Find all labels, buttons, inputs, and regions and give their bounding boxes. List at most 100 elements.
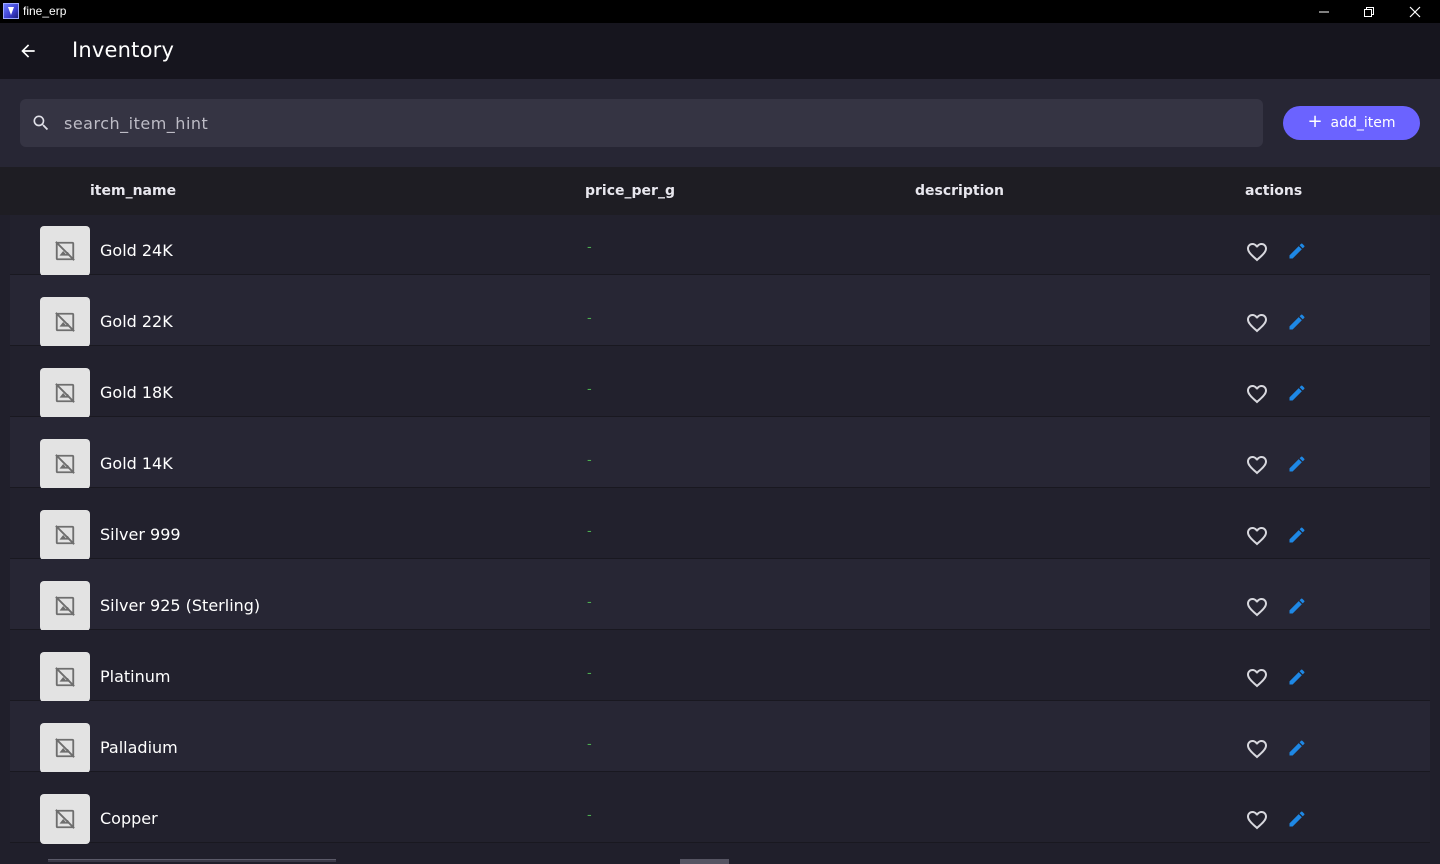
favorite-button[interactable] <box>1245 453 1269 477</box>
table-row[interactable]: Copper - <box>10 772 1430 844</box>
price-per-g: - <box>587 453 592 468</box>
image-not-supported-icon <box>40 226 90 276</box>
add-item-label: add_item <box>1330 115 1396 131</box>
price-per-g: - <box>587 524 592 539</box>
edit-button[interactable] <box>1287 454 1307 474</box>
pencil-icon <box>1289 811 1305 827</box>
minimize-button[interactable] <box>1301 0 1347 23</box>
edit-button[interactable] <box>1287 241 1307 261</box>
edit-button[interactable] <box>1287 809 1307 829</box>
table-header: item_name price_per_g description action… <box>0 167 1440 215</box>
heart-outline-icon <box>1247 243 1267 262</box>
image-placeholder-icon <box>55 596 75 616</box>
page-title: Inventory <box>72 38 175 62</box>
horizontal-scrollbar[interactable] <box>48 859 336 862</box>
restore-button[interactable] <box>1346 0 1392 23</box>
edit-button[interactable] <box>1287 667 1307 687</box>
column-header-actions: actions <box>1245 183 1303 199</box>
item-name: Gold 24K <box>100 241 173 260</box>
image-placeholder-icon <box>55 738 75 758</box>
arrow-back-icon <box>21 44 35 58</box>
search-box[interactable] <box>20 99 1263 147</box>
app-bar: Inventory <box>0 23 1440 79</box>
table-row[interactable]: Platinum - <box>10 630 1430 702</box>
window-title: fine_erp <box>23 4 67 18</box>
add-item-button[interactable]: + add_item <box>1283 106 1420 140</box>
pencil-icon <box>1289 527 1305 543</box>
pencil-icon <box>1289 669 1305 685</box>
table-row[interactable]: Palladium - <box>10 701 1430 773</box>
item-name: Gold 14K <box>100 454 173 473</box>
image-placeholder-icon <box>55 809 75 829</box>
heart-outline-icon <box>1247 598 1267 617</box>
pencil-icon <box>1289 243 1305 259</box>
edit-button[interactable] <box>1287 525 1307 545</box>
price-per-g: - <box>587 311 592 326</box>
price-per-g: - <box>587 737 592 752</box>
plus-icon: + <box>1307 111 1323 132</box>
column-header-item-name: item_name <box>90 183 177 199</box>
favorite-button[interactable] <box>1245 311 1269 335</box>
column-header-price: price_per_g <box>585 183 675 199</box>
table-row[interactable]: Silver 925 (Sterling) - <box>10 559 1430 631</box>
image-not-supported-icon <box>40 297 90 347</box>
search-toolbar: + add_item <box>0 79 1440 167</box>
app-logo-icon <box>3 3 19 19</box>
favorite-button[interactable] <box>1245 595 1269 619</box>
item-name: Gold 18K <box>100 383 173 402</box>
price-per-g: - <box>587 595 592 610</box>
heart-outline-icon <box>1247 314 1267 333</box>
image-placeholder-icon <box>55 454 75 474</box>
favorite-button[interactable] <box>1245 240 1269 264</box>
close-window-button[interactable] <box>1392 0 1438 23</box>
heart-outline-icon <box>1247 669 1267 688</box>
image-not-supported-icon <box>40 368 90 418</box>
table-row[interactable]: Gold 18K - <box>10 346 1430 418</box>
image-not-supported-icon <box>40 723 90 773</box>
inventory-table-body: Gold 24K - Gold 22K - Gold 18K - Gold 14K - Silv… <box>0 215 1440 864</box>
image-not-supported-icon <box>40 510 90 560</box>
favorite-button[interactable] <box>1245 737 1269 761</box>
item-name: Silver 925 (Sterling) <box>100 596 261 615</box>
table-row[interactable]: Gold 24K - <box>10 215 1430 276</box>
favorite-button[interactable] <box>1245 524 1269 548</box>
pencil-icon <box>1289 456 1305 472</box>
image-not-supported-icon <box>40 652 90 702</box>
table-row[interactable]: Gold 14K - <box>10 417 1430 489</box>
heart-outline-icon <box>1247 527 1267 546</box>
item-name: Gold 22K <box>100 312 173 331</box>
close-icon <box>1409 6 1421 17</box>
heart-outline-icon <box>1247 740 1267 759</box>
window-titlebar: fine_erp <box>0 0 1440 23</box>
item-name: Palladium <box>100 738 178 757</box>
favorite-button[interactable] <box>1245 382 1269 406</box>
search-icon <box>33 115 49 131</box>
image-placeholder-icon <box>55 312 75 332</box>
table-row[interactable]: Silver 999 - <box>10 488 1430 560</box>
favorite-button[interactable] <box>1245 808 1269 832</box>
scrollbar-thumb[interactable] <box>680 859 729 864</box>
pencil-icon <box>1289 385 1305 401</box>
search-input[interactable] <box>64 99 1244 147</box>
price-per-g: - <box>587 240 592 255</box>
edit-button[interactable] <box>1287 738 1307 758</box>
image-placeholder-icon <box>55 667 75 687</box>
edit-button[interactable] <box>1287 312 1307 332</box>
minimize-icon <box>1319 11 1329 12</box>
back-button[interactable] <box>14 37 42 65</box>
restore-icon <box>1364 6 1374 17</box>
edit-button[interactable] <box>1287 596 1307 616</box>
heart-outline-icon <box>1247 385 1267 404</box>
image-not-supported-icon <box>40 581 90 631</box>
pencil-icon <box>1289 598 1305 614</box>
image-not-supported-icon <box>40 439 90 489</box>
item-name: Copper <box>100 809 158 828</box>
table-row[interactable]: Gold 22K - <box>10 275 1430 347</box>
item-name: Platinum <box>100 667 171 686</box>
edit-button[interactable] <box>1287 383 1307 403</box>
price-per-g: - <box>587 808 592 823</box>
image-placeholder-icon <box>55 525 75 545</box>
pencil-icon <box>1289 314 1305 330</box>
favorite-button[interactable] <box>1245 666 1269 690</box>
image-not-supported-icon <box>40 794 90 844</box>
